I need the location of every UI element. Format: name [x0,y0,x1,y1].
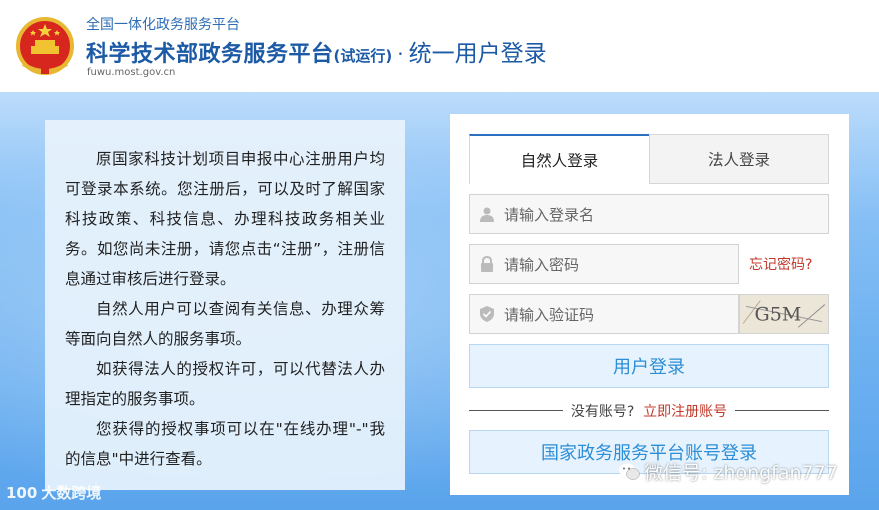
captcha-image[interactable]: G5M [739,294,829,334]
username-field[interactable] [469,194,829,235]
password-field[interactable] [469,244,739,285]
captcha-text: G5M [755,304,802,326]
title-separator: · [397,42,404,66]
national-emblem-icon [16,17,74,75]
login-tabs: 自然人登录 法人登录 [469,134,829,184]
login-card: 自然人登录 法人登录 忘记密码? G5M 用户登录 没有账号? 立即注册 [450,114,849,495]
captcha-field[interactable] [469,294,739,335]
wechat-icon [619,463,640,480]
info-paragraph: 自然人用户可以查阅有关信息、办理众筹等面向自然人的服务事项。 [65,300,385,348]
no-account-text: 没有账号? [570,404,635,420]
header: 全国一体化政务服务平台 科学技术部政务服务平台(试运行) · 统一用户登录 fuwu… [0,0,879,92]
captcha-input[interactable] [502,295,721,335]
info-paragraph: 如获得法人的授权许可，可以代替法人办理指定的服务事项。 [65,360,385,408]
watermark-left: 100 大数跨境 [6,482,101,503]
info-paragraph: 原国家科技计划项目申报中心注册用户均可登录本系统。您注册后，可以及时了解国家科技… [65,150,385,288]
register-link[interactable]: 立即注册账号 [643,404,727,420]
watermark-badge: 100 [6,483,38,502]
username-input[interactable] [502,195,793,235]
watermark-right: 微信号: zhongfan777 [618,458,838,485]
shield-icon [480,306,494,322]
user-icon [480,207,494,222]
watermark-wechat-text: 微信号: zhongfan777 [644,462,838,484]
forgot-password-link[interactable]: 忘记密码? [749,254,812,274]
info-panel: 原国家科技计划项目申报中心注册用户均可登录本系统。您注册后，可以及时了解国家科技… [45,120,405,490]
platform-subtitle: 全国一体化政务服务平台 [86,17,240,33]
page-title: 科学技术部政务服务平台(试运行) · 统一用户登录 [86,34,547,68]
title-trial-label: (试运行) [333,47,393,65]
site-domain: fuwu.most.gov.cn [87,67,176,78]
title-login: 统一用户登录 [408,41,547,67]
title-main: 科学技术部政务服务平台 [86,42,334,67]
tab-legal-person[interactable]: 法人登录 [649,134,829,184]
watermark-text: 大数跨境 [41,484,102,502]
tab-natural-person[interactable]: 自然人登录 [469,134,649,184]
divider-line [735,410,829,411]
password-input[interactable] [502,245,721,285]
register-divider: 没有账号? 立即注册账号 [469,400,829,420]
lock-icon [481,256,493,272]
info-paragraph: 您获得的授权事项可以在"在线办理"-"我的信息"中进行查看。 [65,420,385,468]
login-button[interactable]: 用户登录 [469,344,829,388]
